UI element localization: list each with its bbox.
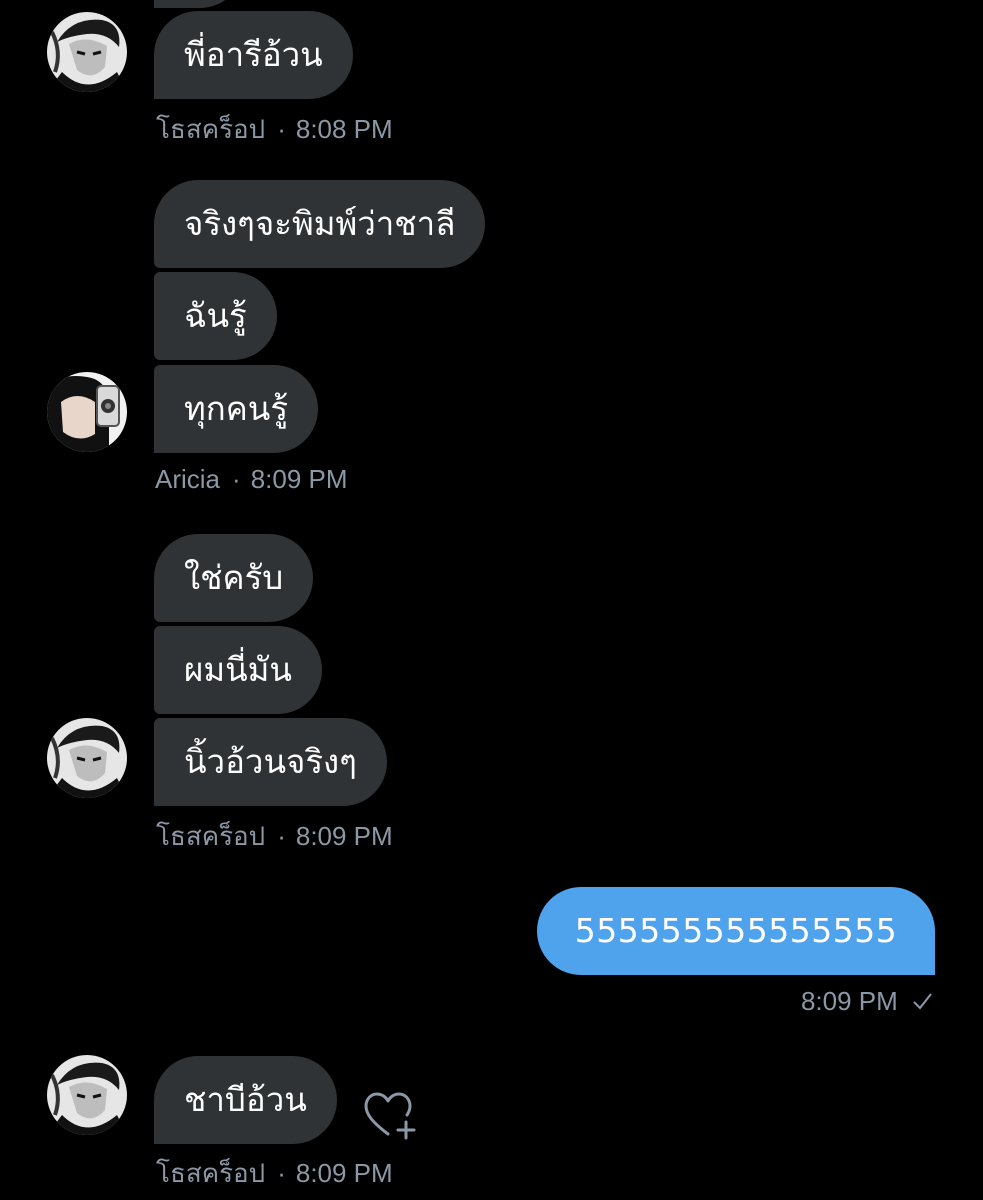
message-bubble[interactable]: ผมนี่มัน <box>154 626 322 714</box>
check-icon <box>911 988 933 1019</box>
message-meta: โธสคร็อป · 8:08 PM <box>156 109 393 150</box>
timestamp: 8:09 PM <box>800 986 898 1016</box>
message-text: ทุกคนรู้ <box>184 389 289 428</box>
message-bubble[interactable]: ใช่ครับ <box>154 534 314 622</box>
message-text: พี่อารีอ้วน <box>184 35 323 74</box>
avatar-thoscrop-image <box>47 1055 127 1135</box>
message-bubble[interactable]: จริงๆจะพิมพ์ว่าชาลี <box>154 180 486 268</box>
timestamp: 8:09 PM <box>295 1158 393 1188</box>
timestamp: 8:09 PM <box>295 821 393 851</box>
message-bubble[interactable]: นิ้วอ้วนจริงๆ <box>154 718 387 806</box>
message-meta: โธสคร็อป · 8:09 PM <box>156 816 393 857</box>
avatar-thoscrop-image <box>47 718 127 798</box>
avatar-aricia-image <box>47 372 127 452</box>
message-text: ชาบีอ้วน <box>184 1080 307 1119</box>
message-text: 555555555555555 <box>574 911 898 950</box>
separator-dot: · <box>277 114 286 144</box>
timestamp: 8:08 PM <box>295 114 393 144</box>
sender-name[interactable]: Aricia <box>155 464 220 494</box>
separator-dot: · <box>277 1158 286 1188</box>
message-meta: โธสคร็อป · 8:09 PM <box>156 1153 393 1194</box>
timestamp: 8:09 PM <box>250 464 348 494</box>
sent-message-meta: 8:09 PM <box>801 986 933 1019</box>
avatar-thoscrop[interactable] <box>47 1055 127 1135</box>
separator-dot: · <box>277 821 286 851</box>
message-bubble-partial[interactable] <box>154 0 244 8</box>
message-text: ใช่ครับ <box>184 558 284 597</box>
sender-name[interactable]: โธสคร็อป <box>156 114 265 144</box>
message-meta: Aricia · 8:09 PM <box>155 464 348 495</box>
heart-plus-icon[interactable] <box>362 1090 416 1148</box>
sent-message-bubble[interactable]: 555555555555555 <box>537 887 935 975</box>
message-text: นิ้วอ้วนจริงๆ <box>184 742 357 781</box>
avatar-thoscrop-image <box>47 12 127 92</box>
separator-dot: · <box>232 464 241 494</box>
message-bubble[interactable]: ฉันรู้ <box>154 272 277 360</box>
message-text: ฉันรู้ <box>184 296 247 335</box>
message-bubble[interactable]: ชาบีอ้วน <box>154 1056 337 1144</box>
avatar-thoscrop[interactable] <box>47 718 127 798</box>
message-text: จริงๆจะพิมพ์ว่าชาลี <box>184 204 456 243</box>
message-bubble[interactable]: พี่อารีอ้วน <box>154 11 353 99</box>
message-bubble[interactable]: ทุกคนรู้ <box>154 365 319 453</box>
sender-name[interactable]: โธสคร็อป <box>156 1158 265 1188</box>
message-text: ผมนี่มัน <box>184 650 292 689</box>
avatar-aricia[interactable] <box>47 372 127 452</box>
sender-name[interactable]: โธสคร็อป <box>156 821 265 851</box>
avatar-thoscrop[interactable] <box>47 12 127 92</box>
